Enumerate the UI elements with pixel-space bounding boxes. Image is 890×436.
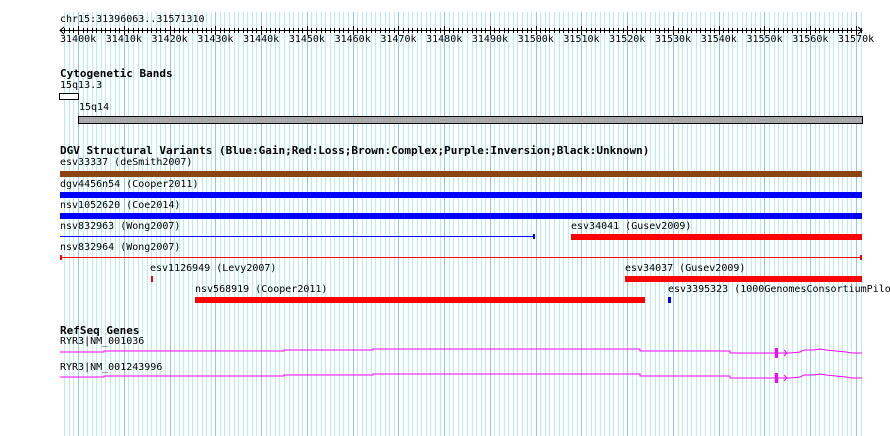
ruler-tick-label: 31520k bbox=[609, 34, 646, 45]
ruler-tick-label: 31550k bbox=[746, 34, 783, 45]
gene-label: RYR3|NM_001036 bbox=[60, 336, 145, 347]
variant-bar-loss[interactable] bbox=[60, 257, 862, 258]
variant-label: nsv568919 (Cooper2011) bbox=[195, 284, 328, 295]
ruler-tick-label: 31410k bbox=[105, 34, 142, 45]
ruler-tick-label: 31460k bbox=[334, 34, 371, 45]
gene-exon bbox=[775, 373, 778, 383]
variant-end-tick bbox=[533, 234, 535, 239]
ruler-tick-label: 31480k bbox=[426, 34, 463, 45]
variant-label: esv3395323 (1000GenomesConsortiumPilo bbox=[668, 284, 890, 295]
variant-bar-loss[interactable] bbox=[625, 276, 862, 282]
variant-bar-loss[interactable] bbox=[571, 234, 862, 240]
variant-label: nsv1052620 (Coe2014) bbox=[60, 200, 181, 211]
variant-bar-loss[interactable] bbox=[195, 297, 645, 303]
variant-label: dgv4456n54 (Cooper2011) bbox=[60, 179, 199, 190]
variant-label: esv34041 (Gusev2009) bbox=[571, 221, 692, 232]
ruler-tick-label: 31400k bbox=[60, 34, 97, 45]
gene-exon bbox=[775, 348, 778, 358]
variant-bar-loss[interactable] bbox=[151, 276, 153, 282]
variant-bar-gain[interactable] bbox=[668, 297, 671, 303]
variant-end-tick bbox=[60, 255, 62, 260]
ruler-tick-label: 31500k bbox=[517, 34, 554, 45]
ruler-tick-label: 31440k bbox=[243, 34, 280, 45]
variant-label: esv34037 (Gusev2009) bbox=[625, 263, 746, 274]
variant-bar-complex[interactable] bbox=[60, 171, 862, 177]
ruler-tick-label: 31540k bbox=[700, 34, 737, 45]
ruler-tick-label: 31510k bbox=[563, 34, 600, 45]
dgv-track-title[interactable]: DGV Structural Variants (Blue:Gain;Red:L… bbox=[60, 145, 649, 157]
ruler-tick-label: 31450k bbox=[288, 34, 325, 45]
ruler-tick-label: 31430k bbox=[197, 34, 234, 45]
variant-bar-gain[interactable] bbox=[60, 213, 862, 219]
variant-end-tick bbox=[860, 255, 862, 260]
cytoband-15q14[interactable] bbox=[78, 116, 863, 124]
variant-label: nsv832964 (Wong2007) bbox=[60, 242, 181, 253]
ruler-tick-label: 31490k bbox=[471, 34, 509, 45]
gene-label: RYR3|NM_001243996 bbox=[60, 362, 163, 373]
variant-label: esv1126949 (Levy2007) bbox=[150, 263, 277, 274]
ruler-tick-label: 31570k bbox=[838, 34, 875, 45]
cytoband-label: 15q14 bbox=[79, 102, 110, 113]
cytoband-15q13-3[interactable] bbox=[59, 93, 79, 100]
ruler-tick-label: 31530k bbox=[654, 34, 692, 45]
ruler-tick-label: 31470k bbox=[380, 34, 417, 45]
genome-browser-panel: chr15:31396063..31571310 31400k 31410k 314… bbox=[0, 0, 890, 436]
variant-bar-gain[interactable] bbox=[60, 236, 535, 237]
cytoband-label: 15q13.3 bbox=[60, 80, 103, 91]
variant-label: esv33337 (deSmith2007) bbox=[60, 157, 193, 168]
variant-bar-gain[interactable] bbox=[60, 192, 862, 198]
location-label: chr15:31396063..31571310 bbox=[60, 14, 205, 25]
cytoband-track-title[interactable]: Cytogenetic Bands bbox=[60, 68, 173, 80]
ruler-tick-label: 31560k bbox=[792, 34, 829, 45]
variant-label: nsv832963 (Wong2007) bbox=[60, 221, 181, 232]
ruler-tick-label: 31420k bbox=[151, 34, 188, 45]
